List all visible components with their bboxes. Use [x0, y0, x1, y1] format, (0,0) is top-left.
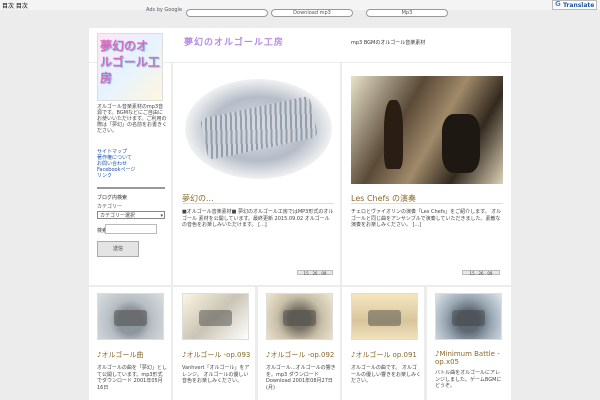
ad-link-1[interactable]: [186, 9, 268, 17]
music-box-shape: [199, 309, 232, 326]
featured-post-1-divider: [182, 203, 334, 204]
music-box-shape: [368, 309, 401, 326]
search-submit-button[interactable]: 送信: [97, 241, 139, 257]
post-1-thumbnail[interactable]: [97, 293, 164, 340]
featured-post-2-divider: [351, 203, 503, 204]
post-2-thumbnail[interactable]: [182, 293, 249, 340]
sidebar-description: オルゴール音楽素材のmp3音源です。BGMなどにご自由にお使いいただけます。ご利…: [97, 104, 168, 134]
post-3-title[interactable]: ♪オルゴール -op.092: [266, 350, 336, 360]
post-2-title[interactable]: ♪オルゴール -op.093: [182, 350, 252, 360]
featured-post-1-excerpt: ■オルゴール音楽素材■ 夢幻のオルゴール工房ではMP3形式のオルゴール 素材を公…: [182, 209, 334, 228]
featured-post-2-image[interactable]: [351, 76, 503, 184]
sidebar-search-sub: カテゴリー: [97, 204, 123, 210]
sidebar-links: サイトマップ 著作権について お問い合わせ Facebookページ リンク: [97, 149, 167, 179]
post-4-title[interactable]: ♪オルゴール op.091: [351, 350, 421, 360]
ad-link-mp3[interactable]: Mp3: [366, 9, 448, 17]
post-2-excerpt: Vanhvert「オルゴール」をアレンジ。 オルゴールの優しい音色をお楽しみくだ…: [182, 365, 250, 384]
sidebar-search-heading: ブログ内検索: [97, 195, 128, 201]
featured-post-1-image[interactable]: [185, 79, 332, 179]
post-4-thumbnail[interactable]: [351, 293, 418, 340]
ad-link-download-mp3[interactable]: Download mp3: [271, 9, 353, 17]
sidebar-divider: [97, 187, 165, 189]
translate-label: Translate: [563, 2, 595, 9]
post-1-excerpt: オルゴールの曲を「夢幻」として公開しています。mp3形式でダウンロード 2001…: [97, 365, 167, 391]
post-5-title[interactable]: ♪Minimum Battle -op.x05: [435, 350, 505, 366]
featured-post-2-excerpt: チェロとヴァイオリンの演奏「Les Chefs」をご紹介します。 オルゴールと同…: [351, 209, 502, 228]
chevron-down-icon: ▾: [160, 213, 163, 219]
post-4-excerpt: オルゴールの曲です。 オルゴールの優しい響きをお楽しみください。: [351, 365, 422, 384]
google-g-icon: G: [555, 0, 561, 8]
music-box-shape: [114, 309, 147, 326]
featured-post-2-date: 15 . 26 . 09: [462, 270, 500, 276]
featured-post-1-date: 15 . 26 . 09: [297, 270, 333, 276]
post-5-thumbnail[interactable]: [435, 293, 502, 340]
post-3-excerpt: オルゴール...オルゴールの響きを。mp3 ダウンロード Download 20…: [266, 365, 336, 391]
sidebar-link-links[interactable]: リンク: [97, 173, 167, 179]
ads-label[interactable]: Ads by Google: [146, 7, 182, 13]
category-select[interactable]: カテゴリー選択 ▾: [97, 211, 165, 219]
keyword-input[interactable]: [105, 224, 157, 234]
post-5-excerpt: バトル曲をオルゴールにアレンジしました。ゲームBGMにどうぞ。: [435, 370, 502, 389]
site-title[interactable]: 夢幻のオルゴール工房: [184, 35, 284, 48]
category-select-value: カテゴリー選択: [100, 213, 136, 219]
post-1-title[interactable]: ♪オルゴール曲: [97, 350, 167, 360]
post-3-thumbnail[interactable]: [266, 293, 333, 340]
music-box-shape: [283, 309, 316, 326]
site-tagline: mp3 BGMのオルゴール音楽素材: [351, 40, 426, 46]
music-box-shape: [452, 309, 485, 326]
top-bar-text: 目次 目次: [2, 3, 28, 10]
site-logo-text: 夢幻のオルゴール工房: [100, 39, 160, 85]
